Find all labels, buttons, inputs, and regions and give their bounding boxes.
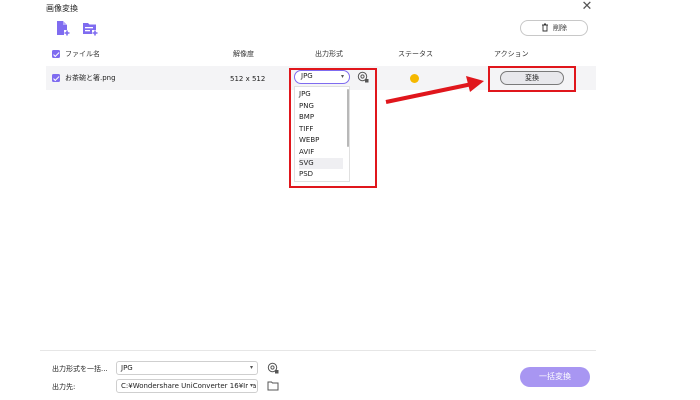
- add-file-icon[interactable]: [54, 20, 70, 36]
- row-checkbox[interactable]: [52, 74, 60, 82]
- delete-label: 削除: [553, 24, 567, 32]
- close-icon[interactable]: ✕: [580, 0, 594, 14]
- row-filename: お茶碗と箸.png: [65, 74, 116, 82]
- header-action: アクション: [494, 50, 529, 58]
- header-resolution: 解像度: [233, 50, 254, 58]
- output-dest-value: C:¥Wondershare UniConverter 16¥Ima: [121, 382, 257, 390]
- output-dest-label: 出力先:: [52, 383, 76, 391]
- select-all-checkbox[interactable]: [52, 50, 60, 58]
- table-header: ファイル名 解像度 出力形式 ステータス アクション: [46, 44, 596, 64]
- bulk-settings-icon[interactable]: [267, 362, 279, 374]
- red-arrow-icon: [385, 76, 484, 104]
- chevron-down-icon: ▾: [247, 362, 253, 374]
- header-output-format: 出力形式: [315, 50, 343, 58]
- bulk-format-label: 出力形式を一括...: [52, 365, 108, 373]
- footer-divider: [40, 350, 596, 351]
- row-resolution: 512 x 512: [230, 75, 266, 83]
- header-status: ステータス: [398, 50, 433, 58]
- convert-highlight-box: [488, 66, 576, 92]
- format-highlight-box: [289, 68, 377, 188]
- bulk-format-value: JPG: [121, 364, 133, 372]
- header-filename: ファイル名: [65, 50, 100, 58]
- add-folder-icon[interactable]: [82, 20, 98, 36]
- output-dest-select[interactable]: C:¥Wondershare UniConverter 16¥Ima ▾: [116, 379, 258, 393]
- bulk-convert-button[interactable]: 一括変換: [520, 367, 590, 387]
- window-title: 画像変換: [46, 4, 78, 13]
- bulk-format-select[interactable]: JPG ▾: [116, 361, 258, 375]
- trash-icon: [541, 23, 549, 34]
- delete-button[interactable]: 削除: [520, 20, 588, 36]
- chevron-down-icon: ▾: [247, 380, 253, 392]
- folder-icon[interactable]: [267, 380, 279, 391]
